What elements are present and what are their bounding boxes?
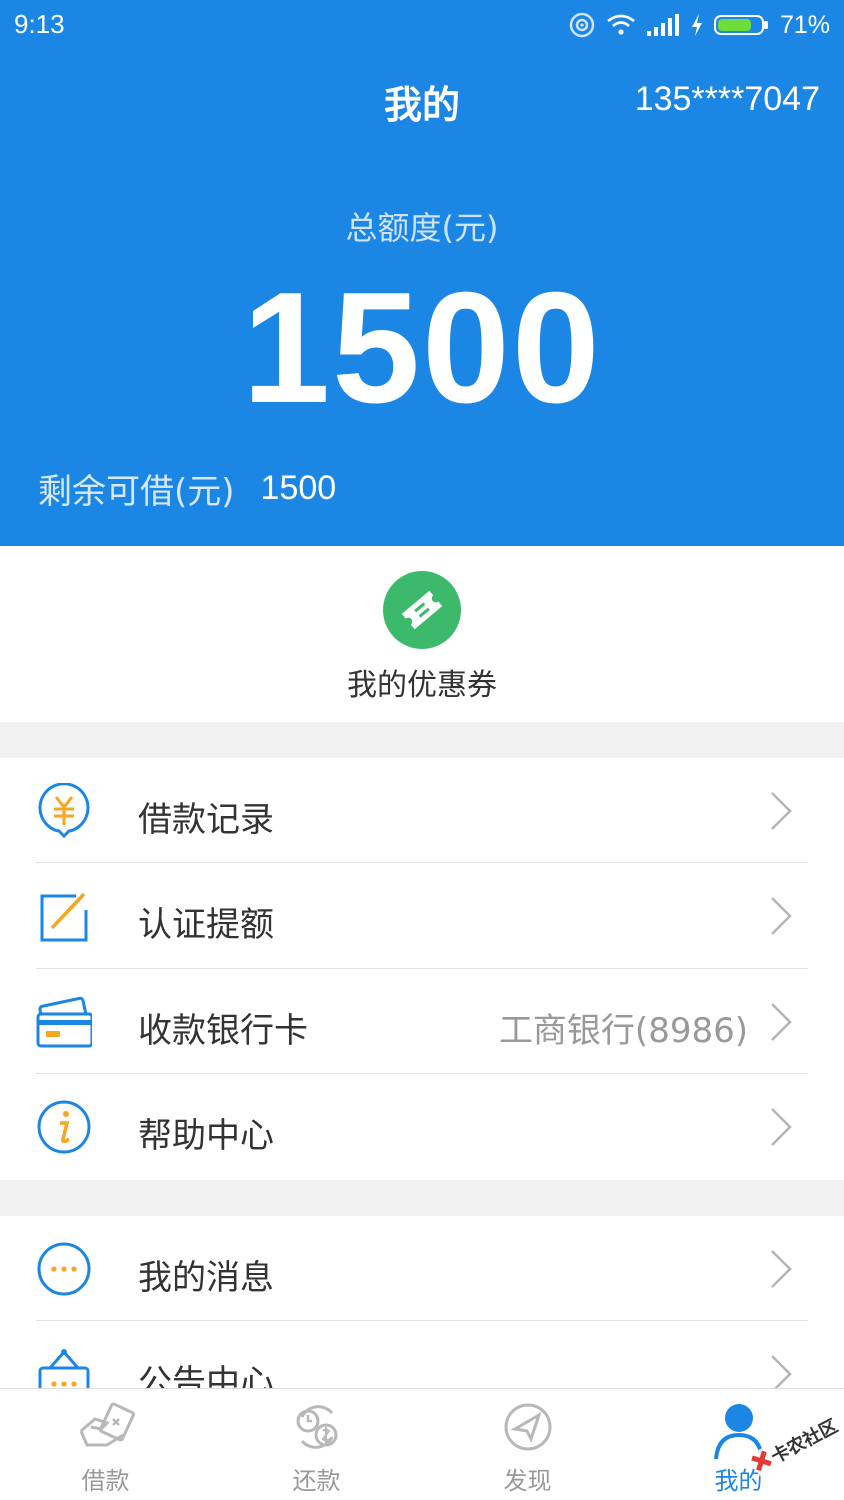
tab-discover[interactable]: 发现 — [422, 1389, 633, 1500]
menu-group-account: 借款记录 认证提额 收款银行卡 工商银行(8986) 帮助中心 — [0, 758, 844, 1180]
status-time: 9:13 — [14, 9, 65, 39]
loan-icon — [79, 1402, 135, 1447]
tab-repay[interactable]: 还款 — [211, 1389, 422, 1500]
yuan-record-icon — [38, 783, 90, 839]
menu-item-help[interactable]: 帮助中心 — [0, 1074, 844, 1179]
menu-item-label: 帮助中心 — [138, 1116, 274, 1156]
wifi-icon — [607, 14, 635, 35]
tab-label: 发现 — [503, 1467, 552, 1495]
menu-item-bank-card[interactable]: 收款银行卡 工商银行(8986) — [0, 969, 844, 1074]
chevron-right-icon — [771, 1250, 792, 1288]
tab-loan[interactable]: 借款 — [0, 1389, 211, 1500]
tab-label: 借款 — [81, 1467, 130, 1495]
edit-certify-icon — [40, 892, 88, 942]
menu-group-messages: 我的消息 公告中心 — [0, 1216, 844, 1388]
menu-item-label: 我的消息 — [138, 1258, 274, 1298]
chevron-right-icon — [771, 1003, 792, 1041]
watermark-logo: 卡农社区 — [749, 1414, 841, 1477]
phone-number[interactable]: 135****7047 — [635, 80, 820, 119]
discover-icon — [504, 1403, 552, 1451]
coupon-label[interactable]: 我的优惠券 — [0, 660, 844, 704]
chevron-right-icon — [771, 1108, 792, 1146]
charging-icon — [691, 14, 702, 36]
menu-item-loan-record[interactable]: 借款记录 — [0, 758, 844, 863]
bank-card-value: 工商银行(8986) — [498, 1011, 748, 1051]
menu-item-label: 借款记录 — [138, 800, 274, 840]
remaining-value: 1500 — [260, 469, 337, 507]
menu-item-messages[interactable]: 我的消息 — [0, 1216, 844, 1321]
tab-label: 还款 — [292, 1467, 341, 1495]
info-icon — [37, 1100, 91, 1154]
ticket-icon[interactable] — [382, 570, 462, 650]
repay-icon — [296, 1405, 338, 1449]
status-bar: 9:13 71% — [0, 0, 844, 50]
menu-item-label: 认证提额 — [138, 905, 274, 945]
total-limit-value: 1500 — [242, 260, 602, 436]
remaining-label: 剩余可借(元) — [38, 472, 235, 512]
message-icon — [37, 1242, 91, 1296]
battery-icon — [713, 15, 768, 35]
menu-item-label: 公告中心 — [138, 1363, 274, 1388]
header-panel: 9:13 71% 我的 135****7047 总额度(元) 1500 剩余可借… — [0, 0, 844, 546]
bank-card-icon — [36, 996, 92, 1048]
remaining-row: 剩余可借(元) 1500 — [38, 464, 336, 513]
menu-item-label: 收款银行卡 — [138, 1011, 308, 1051]
signal-icon — [646, 14, 679, 36]
bottom-tab-bar: 借款 还款 发现 我的 — [0, 1388, 844, 1500]
status-icons: 71% — [568, 8, 830, 42]
hotspot-icon — [569, 12, 595, 38]
chevron-right-icon — [771, 792, 792, 830]
menu-item-notice[interactable]: 公告中心 — [0, 1321, 844, 1388]
total-limit-label: 总额度(元) — [345, 209, 499, 247]
menu-item-certify[interactable]: 认证提额 — [0, 863, 844, 968]
notice-icon — [38, 1349, 90, 1388]
chevron-right-icon — [771, 1355, 792, 1388]
battery-percent: 71% — [779, 10, 830, 39]
chevron-right-icon — [771, 897, 792, 935]
